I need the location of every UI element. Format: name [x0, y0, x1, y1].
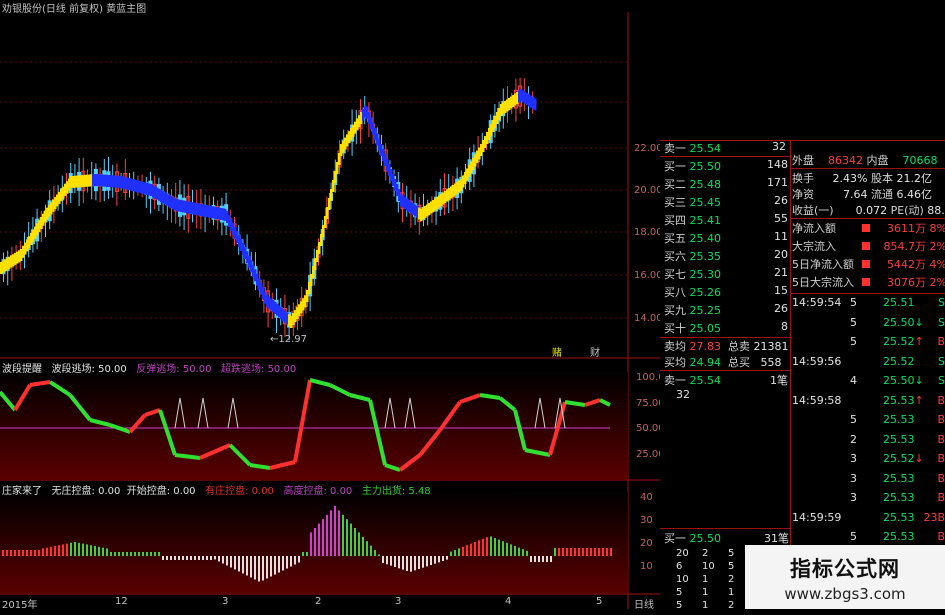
queue-order: 2	[728, 600, 735, 611]
queue-order: 1	[702, 600, 709, 611]
x-tick: 4	[505, 596, 512, 607]
bid-vol: 21	[774, 266, 788, 279]
flow-row: 5日大宗流入3076万 2%	[792, 276, 945, 289]
queue-order: 5	[676, 600, 683, 611]
bid-row[interactable]: 买三 25.45	[664, 194, 721, 209]
price-tick: 16.00	[634, 270, 663, 281]
queue-buy-row: 买一 25.50	[664, 532, 721, 545]
bid-vol: 26	[774, 302, 788, 315]
bid-vol: 15	[774, 284, 788, 297]
ind2-tick: 20	[640, 538, 653, 549]
price-tick: 18.00	[634, 227, 663, 238]
ind1-header: 波段提醒 波段逃场: 50.00 反弹逃场: 50.00 超跌逃场: 50.00	[2, 364, 297, 375]
bid-row[interactable]: 买七 25.30	[664, 266, 721, 281]
bid-vol: 171	[767, 176, 788, 189]
tick-side: S	[938, 374, 945, 387]
tick-side: B	[937, 471, 945, 485]
bid-row[interactable]: 买六 25.35	[664, 248, 721, 263]
ind2-tick: 30	[640, 515, 653, 526]
tag-b: 财	[590, 348, 600, 359]
tick-side: B	[937, 530, 945, 543]
x-tick: 2	[315, 596, 322, 607]
buy-avg-row: 买均 24.94 总买 558	[664, 356, 782, 369]
flow-row: 大宗流入854.7万 2%	[792, 240, 945, 253]
site-watermark: 指标公式网 www.zbgs3.com	[745, 545, 945, 609]
tick-row[interactable]: 5 25.50↓	[792, 316, 924, 331]
stat-row: 收益(一) 0.072 PE(动) 88.9	[792, 204, 945, 217]
tick-row[interactable]: 2 25.53	[792, 433, 914, 448]
tick-side: S	[938, 354, 945, 368]
price-tick: 14.00	[634, 313, 663, 324]
bid-vol: 11	[774, 230, 788, 243]
tick-side: B	[937, 413, 945, 426]
flow-row: 净流入额3611万 8%	[792, 222, 945, 235]
tick-side: B	[937, 393, 945, 407]
price-tick: 20.00	[634, 185, 663, 196]
bid-vol: 26	[774, 194, 788, 207]
tick-side: S	[938, 315, 945, 329]
queue-buy-count: 31笔	[764, 532, 789, 545]
tick-side: S	[938, 296, 945, 309]
bid-vol: 20	[774, 248, 788, 261]
quote-panel: 卖一 25.54 32 买一 25.50 148 买二 25.48 171 买三 25.…	[660, 140, 945, 611]
bid-row[interactable]: 买九 25.25	[664, 302, 721, 317]
tick-row[interactable]: 5 25.53	[792, 413, 914, 428]
tick-row[interactable]: 5 25.52↑	[792, 335, 924, 350]
tag-a: 赌	[552, 348, 562, 359]
tick-row[interactable]: 14:59:59 25.53	[792, 511, 914, 526]
stat-row: 换手 2.43% 股本 21.2亿	[792, 172, 932, 185]
tick-row[interactable]: 14:59:56 25.52	[792, 355, 914, 370]
outer-inner-row: 外盘 86342 内盘 70668	[792, 154, 938, 167]
queue-sell-count: 1笔	[770, 374, 788, 387]
tick-row[interactable]: 14:59:58 25.53↑	[792, 394, 924, 409]
tick-row[interactable]: 3 25.53	[792, 491, 914, 506]
stat-row: 净资 7.64 流通 6.46亿	[792, 188, 932, 201]
bid-vol: 8	[781, 320, 788, 333]
tick-row[interactable]: 4 25.50↓	[792, 374, 924, 389]
x-tick: 3	[395, 596, 402, 607]
tick-row[interactable]: 14:59:54 5 25.51	[792, 296, 914, 311]
bid-row[interactable]: 买四 25.41	[664, 212, 721, 227]
bid-vol: 55	[774, 212, 788, 225]
ind2-header: 庄家来了 无庄控盘: 0.00 开始控盘: 0.00 有庄控盘: 0.00 高度…	[2, 486, 431, 497]
ind2-tick: 40	[640, 492, 653, 503]
tick-side: B	[937, 432, 945, 446]
tick-row[interactable]: 3 25.53	[792, 472, 914, 487]
bid-vol: 148	[767, 158, 788, 171]
bid-row[interactable]: 买一 25.50	[664, 158, 721, 173]
tick-side: 23B	[923, 510, 945, 524]
bid-row[interactable]: 买十 25.05	[664, 320, 721, 335]
bid-row[interactable]: 买五 25.40	[664, 230, 721, 245]
tick-row[interactable]: 5 25.53	[792, 530, 914, 545]
queue-sell-vol: 32	[676, 388, 690, 401]
x-tick: 3	[222, 596, 229, 607]
tick-side: B	[937, 452, 945, 465]
tick-side: B	[937, 335, 945, 348]
tick-side: B	[937, 491, 945, 504]
ribbon-segment	[534, 98, 537, 111]
bid-row[interactable]: 买八 25.26	[664, 284, 721, 299]
sell-avg-row: 卖均 27.83 总卖 21381	[664, 340, 789, 353]
flow-row: 5日净流入额5442万 4%	[792, 258, 945, 271]
chart-title: 劝银股份(日线 前复权) 黄蓝主图	[2, 4, 147, 15]
chart-area[interactable]	[0, 0, 660, 609]
sell1-vol: 32	[772, 140, 786, 153]
bid-row[interactable]: 买二 25.48	[664, 176, 721, 191]
low-price-marker: ←12.97	[270, 334, 308, 345]
tick-row[interactable]: 3 25.52↓	[792, 452, 924, 467]
sell1-row: 卖一 25.54	[664, 142, 721, 155]
ind2-tick: 10	[640, 561, 653, 572]
queue-sell-row: 卖一 25.54	[664, 374, 721, 387]
price-tick: 22.00	[634, 143, 663, 154]
x-tick: 12	[115, 596, 128, 607]
x-tick: 5	[596, 596, 603, 607]
